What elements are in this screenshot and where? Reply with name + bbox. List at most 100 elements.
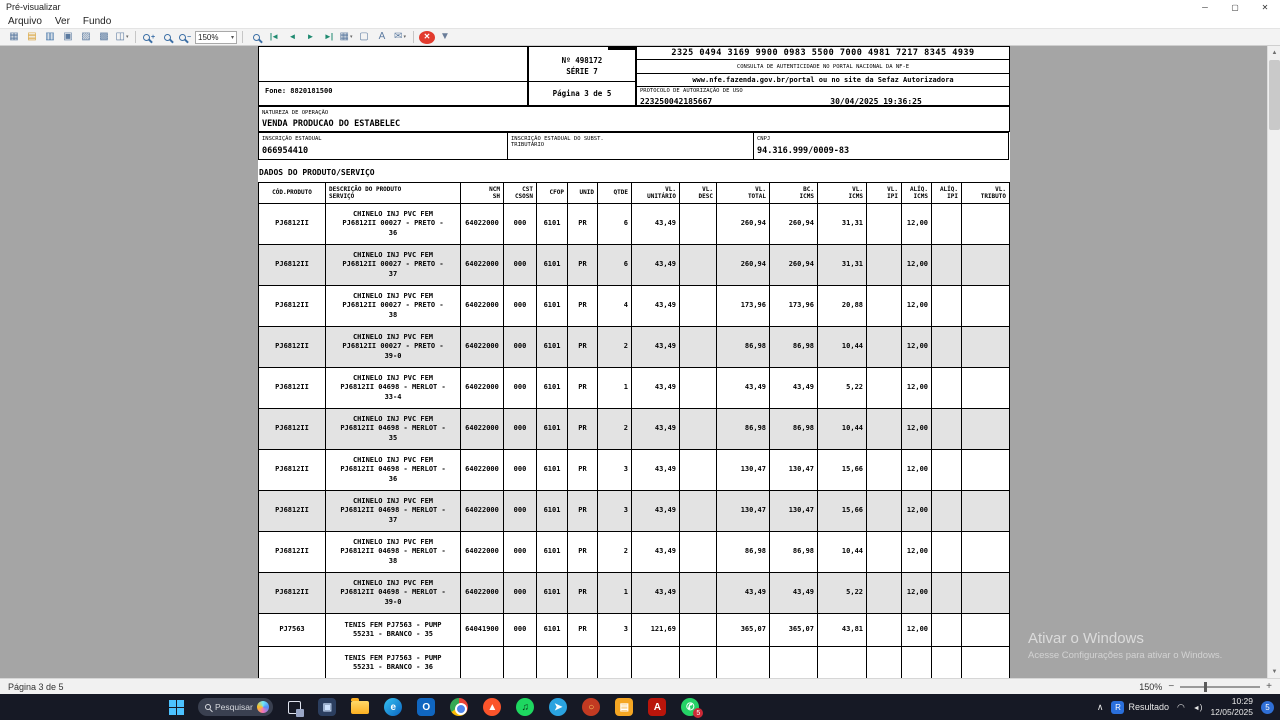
zoom-level-combo[interactable]: 150%▾ xyxy=(195,31,237,44)
table-cell: 6 xyxy=(598,245,632,286)
table-cell: 12,00 xyxy=(902,450,932,491)
telegram-icon[interactable]: ➤ xyxy=(546,696,570,718)
last-page-button[interactable]: ►| xyxy=(320,30,336,44)
print-options-icon[interactable]: ◫▾ xyxy=(114,30,130,44)
taskbar-clock[interactable]: 10:29 12/05/2025 xyxy=(1210,696,1253,717)
table-cell: 86,98 xyxy=(770,532,818,573)
table-cell xyxy=(932,409,962,450)
close-preview-button[interactable]: ✕ xyxy=(419,31,435,44)
table-cell: CHINELO INJ PVC FEM PJ6812II 04698 - MER… xyxy=(326,409,461,450)
scroll-down-icon[interactable]: ▼ xyxy=(1268,665,1280,678)
table-cell: 12,00 xyxy=(902,491,932,532)
table-cell xyxy=(962,647,1010,679)
menu-ver[interactable]: Ver xyxy=(55,16,70,27)
next-page-button[interactable]: ► xyxy=(302,30,318,44)
volume-icon[interactable]: ◄ xyxy=(1193,703,1203,712)
inscricoes-row: INSCRIÇÃO ESTADUAL 066954410 INSCRIÇÃO E… xyxy=(258,132,1010,160)
unread-badge: 5 xyxy=(693,708,703,718)
prev-page-button[interactable]: ◄ xyxy=(284,30,300,44)
column-header: VL. ICMS xyxy=(818,183,867,204)
table-cell xyxy=(680,368,717,409)
print-direct-icon[interactable]: ▨ xyxy=(78,30,94,44)
table-cell xyxy=(932,204,962,245)
column-header: BC. ICMS xyxy=(770,183,818,204)
zoom-slider-thumb[interactable] xyxy=(1204,682,1207,692)
table-cell: 3 xyxy=(598,614,632,647)
status-zoom-label: 150% xyxy=(1139,682,1162,692)
table-cell: 43,49 xyxy=(717,573,770,614)
table-cell: 20,88 xyxy=(818,286,867,327)
page-layout-icon[interactable]: ▦ xyxy=(6,30,22,44)
chrome-icon[interactable] xyxy=(447,696,471,718)
print-preview-area: Fone: 8820181500 Nº 498172 SÉRIE 7 Págin… xyxy=(0,46,1267,678)
taskbar-search[interactable]: Pesquisar xyxy=(198,698,273,716)
dropdown-arrow-icon[interactable]: ▾ xyxy=(350,35,353,40)
zoom-in-icon[interactable]: + xyxy=(141,30,157,44)
zoom-out-icon[interactable]: − xyxy=(177,30,193,44)
file-explorer-icon[interactable] xyxy=(348,696,372,718)
minimize-button[interactable]: ─ xyxy=(1190,0,1220,14)
table-cell: 12,00 xyxy=(902,286,932,327)
table-cell xyxy=(867,204,902,245)
access-key-box: 2325 0494 3169 9900 0983 5500 7000 4981 … xyxy=(636,46,1010,106)
scrollbar-thumb[interactable] xyxy=(1269,60,1280,130)
wifi-icon[interactable]: ◠ xyxy=(1177,702,1185,713)
window-controls: ─ ▢ ✕ xyxy=(1190,0,1280,14)
table-cell: 6101 xyxy=(537,409,568,450)
status-page-info: Página 3 de 5 xyxy=(8,682,64,692)
vertical-scrollbar[interactable]: ▲ ▼ xyxy=(1267,46,1280,678)
table-cell: 86,98 xyxy=(717,409,770,450)
single-page-icon[interactable]: ▢ xyxy=(356,30,372,44)
dropdown-arrow-icon[interactable]: ▾ xyxy=(126,35,129,40)
spotify-icon[interactable]: ♫ xyxy=(513,696,537,718)
zoom-fit-icon-glyph xyxy=(253,34,260,41)
table-cell: 6101 xyxy=(537,245,568,286)
page-setup-icon[interactable]: ▩ xyxy=(96,30,112,44)
brave-icon[interactable]: ▲ xyxy=(480,696,504,718)
zoom-plus-icon[interactable]: + xyxy=(1266,681,1272,692)
maximize-button[interactable]: ▢ xyxy=(1220,0,1250,14)
column-header: ALÍQ. ICMS xyxy=(902,183,932,204)
outlook-icon[interactable]: O xyxy=(414,696,438,718)
scroll-up-icon[interactable]: ▲ xyxy=(1268,46,1280,59)
zoom-sign: + xyxy=(151,34,155,41)
print-icon[interactable]: ▣ xyxy=(60,30,76,44)
combo-arrow-icon[interactable]: ▾ xyxy=(231,34,234,41)
close-button[interactable]: ✕ xyxy=(1250,0,1280,14)
table-cell: 64022000 xyxy=(461,327,504,368)
zoom-minus-icon[interactable]: − xyxy=(1168,681,1174,692)
text-mode-icon[interactable]: A xyxy=(374,30,390,44)
app-icon-amber[interactable]: ▤ xyxy=(612,696,636,718)
email-icon[interactable]: ✉▾ xyxy=(392,30,408,44)
copilot-icon[interactable] xyxy=(257,701,269,713)
tray-overflow-icon[interactable]: ∧ xyxy=(1097,702,1104,713)
table-cell xyxy=(962,286,1010,327)
menu-arquivo[interactable]: Arquivo xyxy=(8,16,42,27)
start-button[interactable] xyxy=(165,696,189,718)
inscricao-estadual-cell: INSCRIÇÃO ESTADUAL 066954410 xyxy=(258,132,508,160)
save-icon[interactable]: ▥ xyxy=(42,30,58,44)
task-view-button[interactable] xyxy=(282,696,306,718)
zoom-slider-track[interactable] xyxy=(1180,686,1260,688)
tray-app[interactable]: R Resultado xyxy=(1111,701,1169,714)
zoom-fit-icon[interactable] xyxy=(248,30,264,44)
notification-badge[interactable]: 5 xyxy=(1261,701,1274,714)
acrobat-icon[interactable]: A xyxy=(645,696,669,718)
first-page-button[interactable]: |◄ xyxy=(266,30,282,44)
multipage-view-icon[interactable]: ▦▾ xyxy=(338,30,354,44)
dropdown-arrow-icon[interactable]: ▾ xyxy=(403,35,406,40)
table-cell: 260,94 xyxy=(770,204,818,245)
table-cell: 3 xyxy=(598,450,632,491)
firefox-icon[interactable]: ○ xyxy=(579,696,603,718)
table-row: PJ6812IICHINELO INJ PVC FEM PJ6812II 000… xyxy=(259,204,1010,245)
table-cell xyxy=(680,450,717,491)
table-cell: PJ6812II xyxy=(259,450,326,491)
menu-fundo[interactable]: Fundo xyxy=(83,16,111,27)
app-icon-blue[interactable]: ▣ xyxy=(315,696,339,718)
clock-date: 12/05/2025 xyxy=(1210,707,1253,718)
more-options-icon[interactable]: ▼ xyxy=(437,30,453,44)
edge-icon[interactable]: e xyxy=(381,696,405,718)
open-icon[interactable]: ▤ xyxy=(24,30,40,44)
whatsapp-icon[interactable]: ✆5 xyxy=(678,696,702,718)
zoom-normal-icon[interactable] xyxy=(159,30,175,44)
